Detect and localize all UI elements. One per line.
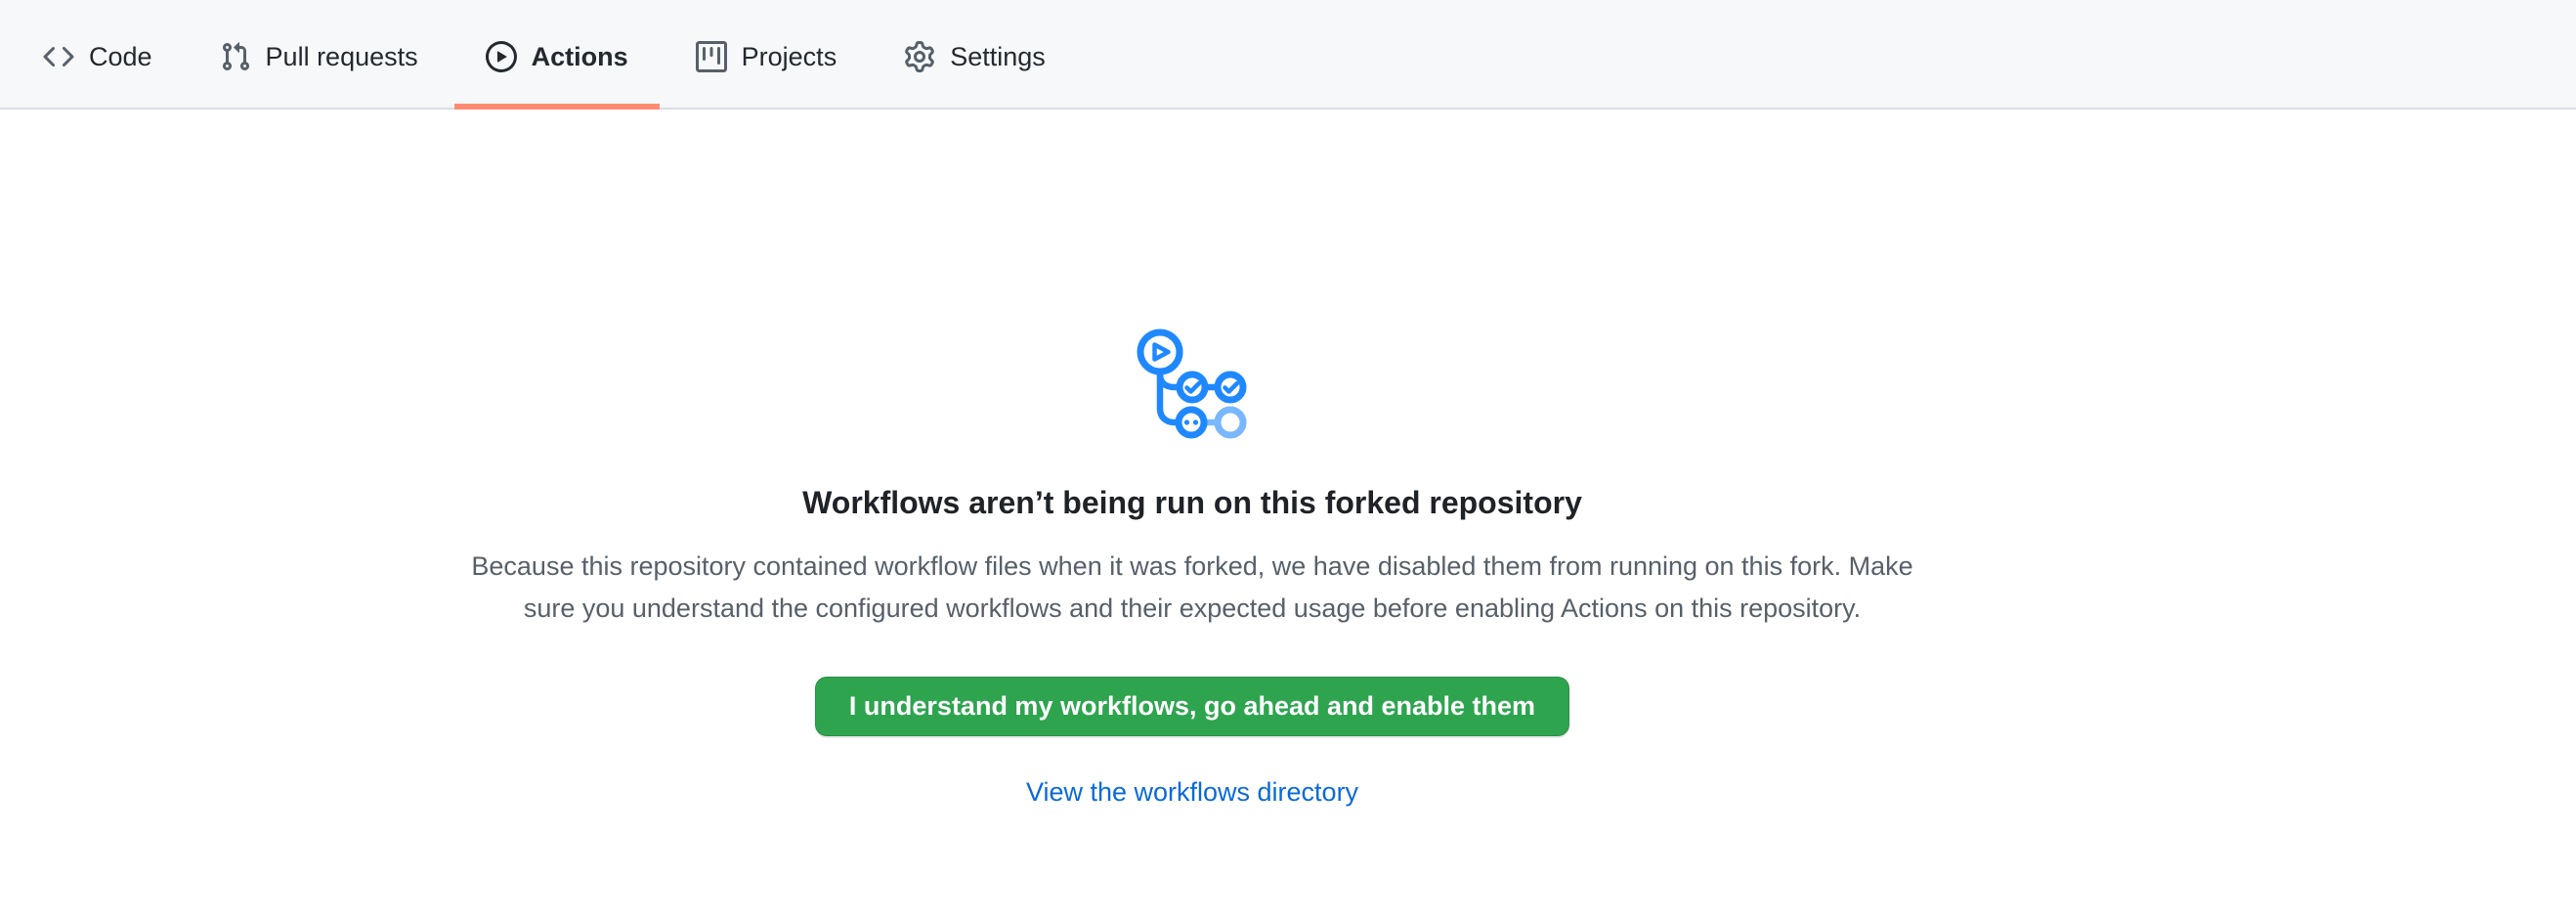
workflow-graph-icon	[1135, 329, 1250, 440]
tab-code[interactable]: Code	[12, 0, 184, 108]
tab-actions-label: Actions	[532, 42, 628, 72]
enable-workflows-button[interactable]: I understand my workflows, go ahead and …	[815, 677, 1569, 736]
git-pull-request-icon	[220, 41, 251, 72]
repo-tab-bar: Code Pull requests Actions Projects Sett…	[0, 0, 2576, 110]
tab-settings-label: Settings	[950, 42, 1046, 72]
tab-code-label: Code	[89, 42, 152, 72]
blankslate-description: Because this repository contained workfl…	[471, 546, 1912, 630]
play-circle-icon	[486, 41, 517, 72]
tab-actions[interactable]: Actions	[454, 0, 660, 108]
project-icon	[696, 41, 727, 72]
view-workflows-directory-link[interactable]: View the workflows directory	[1026, 777, 1358, 808]
tab-settings[interactable]: Settings	[873, 0, 1077, 108]
blankslate-heading: Workflows aren’t being run on this forke…	[802, 483, 1582, 522]
blankslate-description-line1: Because this repository contained workfl…	[471, 551, 1912, 581]
code-icon	[43, 41, 74, 72]
actions-blankslate: Workflows aren’t being run on this forke…	[0, 110, 2384, 808]
tab-projects-label: Projects	[742, 42, 837, 72]
tab-projects[interactable]: Projects	[665, 0, 869, 108]
blankslate-description-line2: sure you understand the configured workf…	[524, 593, 1861, 623]
tab-pull-requests[interactable]: Pull requests	[189, 0, 450, 108]
gear-icon	[904, 41, 935, 72]
tab-pull-requests-label: Pull requests	[266, 42, 418, 72]
